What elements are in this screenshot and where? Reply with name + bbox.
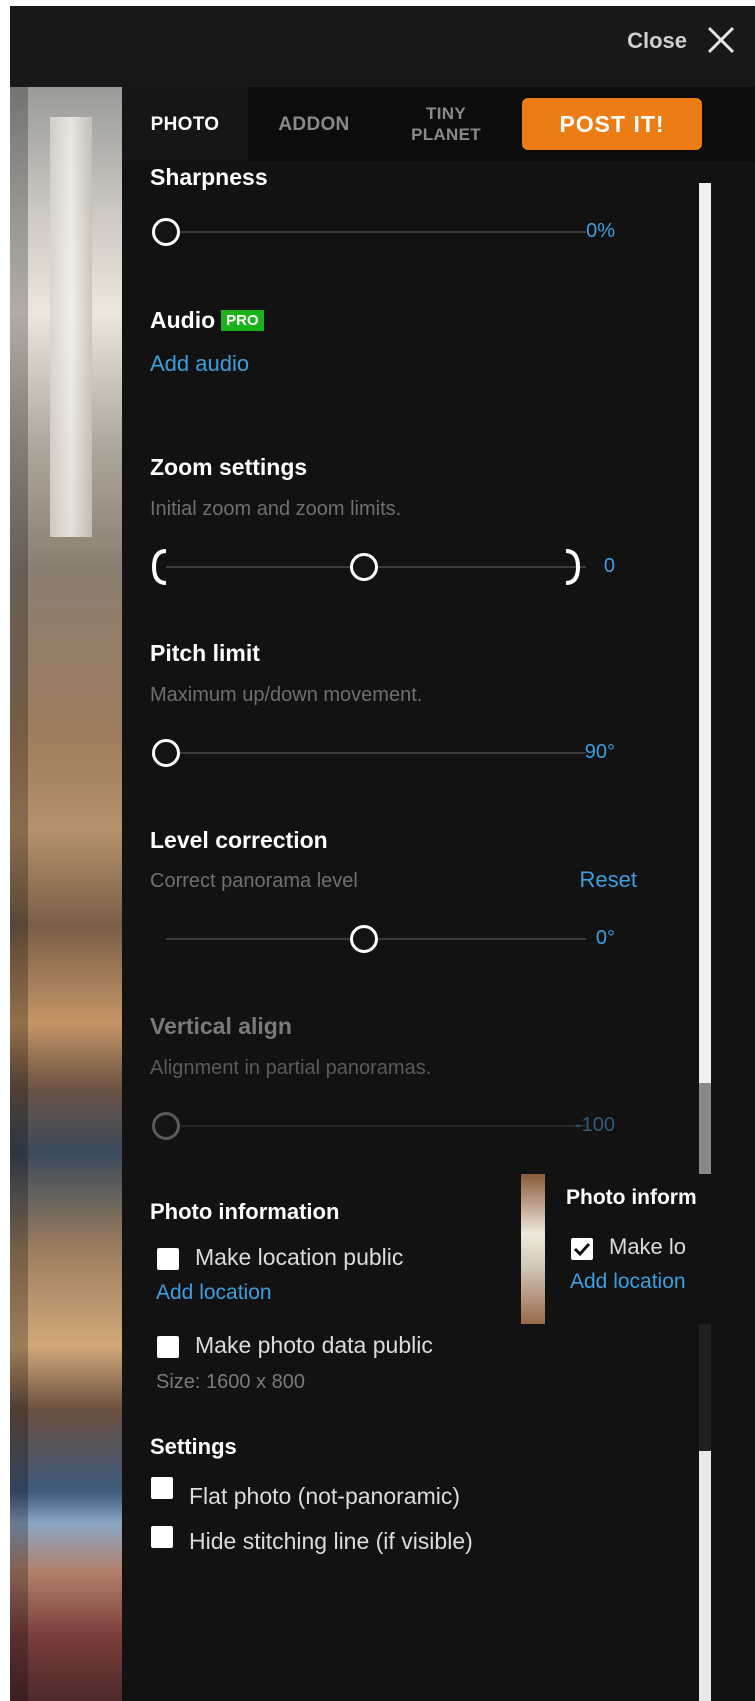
add-location-link[interactable]: Add location (156, 1281, 272, 1305)
photo-thumbnail (521, 1174, 545, 1324)
sharpness-title: Sharpness (150, 164, 268, 190)
flat-photo-checkbox[interactable] (151, 1477, 173, 1499)
hide-stitching-label[interactable]: Hide stitching line (if visible) (189, 1528, 473, 1555)
scrollbar-lower-segment (699, 1451, 711, 1701)
preview-shade (10, 87, 28, 1701)
reset-link[interactable]: Reset (580, 867, 637, 893)
audio-title-text: Audio (150, 307, 216, 333)
sharpness-slider-knob[interactable] (152, 218, 180, 246)
zoom-value: 0 (603, 555, 615, 577)
zoom-settings-title: Zoom settings (150, 454, 308, 480)
window-highlight (50, 117, 92, 537)
pitch-limit-title: Pitch limit (150, 640, 260, 666)
vertical-align-title: Vertical align (150, 1013, 292, 1039)
vertical-align-slider-knob (152, 1112, 180, 1140)
vertical-align-slider-track (166, 1125, 586, 1127)
make-location-public-label[interactable]: Make location public (195, 1244, 403, 1271)
level-slider-knob[interactable] (350, 925, 378, 953)
sharpness-value: 0% (586, 220, 615, 242)
settings-title: Settings (150, 1434, 237, 1459)
panorama-preview[interactable] (10, 87, 122, 1701)
pitch-slider-track[interactable] (166, 752, 586, 754)
zoom-min-bracket-icon[interactable] (150, 547, 170, 587)
hide-stitching-checkbox[interactable] (151, 1526, 173, 1548)
top-bar: Close (10, 6, 755, 87)
zoom-settings-subtitle: Initial zoom and zoom limits. (150, 498, 402, 520)
pro-badge: PRO (221, 310, 264, 331)
scrollbar-thumb[interactable] (699, 183, 711, 1083)
audio-title: Audio PRO (150, 307, 264, 334)
popup-add-location-link[interactable]: Add location (570, 1270, 686, 1294)
pitch-slider-knob[interactable] (152, 739, 180, 767)
level-correction-title: Level correction (150, 827, 328, 853)
sharpness-slider-track[interactable] (166, 231, 586, 233)
editor-frame: Close PHOTO ADDON TINY PLANET POST IT! S… (10, 6, 755, 1701)
level-correction-subtitle: Correct panorama level (150, 870, 358, 892)
close-icon[interactable] (703, 22, 739, 58)
check-icon (573, 1242, 591, 1257)
zoom-slider-knob[interactable] (350, 553, 378, 581)
vertical-align-subtitle: Alignment in partial panoramas. (150, 1057, 432, 1079)
make-photo-data-public-checkbox[interactable] (157, 1336, 179, 1358)
popup-location-checkbox[interactable] (571, 1238, 593, 1260)
settings-list: Sharpness 0% Audio PRO Add audio Zoom set… (122, 87, 755, 1701)
photo-size-text: Size: 1600 x 800 (156, 1371, 305, 1393)
level-value: 0° (595, 927, 615, 949)
make-photo-data-public-label[interactable]: Make photo data public (195, 1332, 433, 1359)
make-location-public-checkbox[interactable] (157, 1248, 179, 1270)
add-audio-link[interactable]: Add audio (150, 351, 249, 377)
flat-photo-label[interactable]: Flat photo (not-panoramic) (189, 1483, 460, 1510)
pitch-value: 90° (584, 741, 615, 763)
popup-location-label[interactable]: Make lo (609, 1234, 686, 1260)
vertical-align-value: -100 (574, 1114, 615, 1136)
close-label[interactable]: Close (627, 28, 687, 54)
photo-info-popup: Photo inform Make lo Add location (546, 1174, 755, 1324)
pitch-limit-subtitle: Maximum up/down movement. (150, 684, 423, 706)
popup-title: Photo inform (566, 1186, 697, 1209)
settings-panel: PHOTO ADDON TINY PLANET POST IT! Sharpne… (122, 87, 755, 1701)
photo-information-title: Photo information (150, 1199, 340, 1224)
